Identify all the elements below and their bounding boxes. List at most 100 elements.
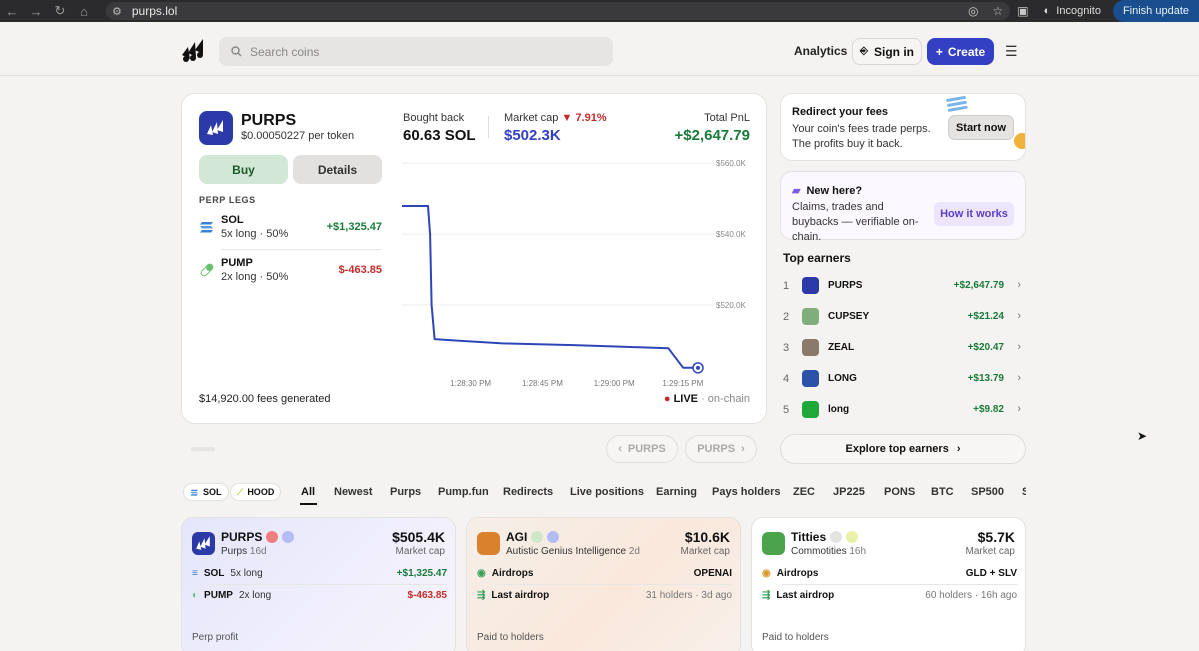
coin-card-titties[interactable]: Titties Commotities 16h $5.7K Market cap… xyxy=(751,517,1026,651)
tab-pumpfun[interactable]: Pump.fun xyxy=(438,486,489,498)
top-earner-row[interactable]: 4 LONG +$13.79 › xyxy=(783,370,1026,390)
site-settings-icon[interactable]: ⚙ xyxy=(112,5,122,18)
forward-icon[interactable]: → xyxy=(24,4,48,19)
tab-purps[interactable]: Purps xyxy=(390,486,421,498)
incognito-indicator[interactable]: ◐ Incognito xyxy=(1044,5,1101,17)
airdrop-icon: ◉ xyxy=(477,568,486,579)
prev-token-button[interactable]: ‹ PURPS xyxy=(606,435,678,463)
tab-zec[interactable]: ZEC xyxy=(793,486,815,498)
extensions-icon[interactable]: ▣ xyxy=(1017,4,1028,18)
card-footer-label: Paid to holders xyxy=(477,632,544,643)
chevron-right-icon: › xyxy=(1017,341,1021,353)
tab-jp225[interactable]: JP225 xyxy=(833,486,865,498)
coin-market-cap: $10.6K xyxy=(684,529,730,545)
new-here-desc: Claims, trades and buybacks — verifiable… xyxy=(792,201,919,243)
perp-leg-row: ≡ SOL 5x long +$1,325.47 xyxy=(192,566,447,584)
address-bar[interactable]: ⚙ purps.lol xyxy=(106,2,1010,20)
row-value: 31 holders · 3d ago xyxy=(645,590,732,601)
home-icon[interactable]: ⌂ xyxy=(72,4,96,19)
tab-earning[interactable]: Earning xyxy=(656,486,697,498)
redirect-fees-promo: Redirect your fees Your coin's fees trad… xyxy=(780,93,1026,161)
finish-update-button[interactable]: Finish update xyxy=(1112,0,1199,22)
top-earner-row[interactable]: 1 PURPS +$2,647.79 › xyxy=(783,277,1026,297)
tab-live-positions[interactable]: Live positions xyxy=(570,486,644,498)
coin-card-agi[interactable]: AGI Autistic Genius Intelligence 2d $10.… xyxy=(466,517,741,651)
total-pnl-value: +$2,647.79 xyxy=(674,127,751,144)
row-desc: 2x long xyxy=(238,590,272,601)
chip-label: HOOD xyxy=(247,487,275,497)
top-earner-row[interactable]: 3 ZEAL +$20.47 › xyxy=(783,339,1026,359)
market-cap-value: $502.3K xyxy=(504,127,561,144)
solana-icon: ≡ xyxy=(192,568,198,579)
star-icon[interactable]: ☆ xyxy=(993,4,1004,18)
search-icon xyxy=(231,46,242,57)
explore-top-earners-button[interactable]: Explore top earners › xyxy=(780,434,1026,464)
login-icon: ⎆ xyxy=(860,46,868,57)
perp-leg-sol[interactable]: SOL 5x long · 50% +$1,325.47 xyxy=(199,212,382,252)
coin-name: Titties xyxy=(791,530,827,544)
chevron-right-icon: › xyxy=(956,443,961,455)
pump-pill-icon: ◐ xyxy=(192,590,199,601)
earner-rank: 3 xyxy=(783,342,790,354)
top-earner-row[interactable]: 5 long +$9.82 › xyxy=(783,401,1026,421)
chevron-right-icon: › xyxy=(1017,279,1021,291)
coin-card-purps[interactable]: PURPS Purps 16d $505.4K Market cap ≡ SOL 5… xyxy=(181,517,456,651)
reload-icon[interactable]: ↻ xyxy=(48,3,72,19)
chip-label: SOL xyxy=(203,487,222,497)
tab-all[interactable]: All xyxy=(301,486,315,498)
row-divider xyxy=(212,584,447,585)
sign-in-label: Sign in xyxy=(874,44,914,59)
earner-rank: 4 xyxy=(783,373,790,385)
details-button[interactable]: Details xyxy=(293,155,382,184)
earner-value: +$2,647.79 xyxy=(953,280,1004,291)
chart-series-line xyxy=(402,205,698,369)
row-label: Last airdrop xyxy=(776,590,835,601)
create-label: Create xyxy=(947,44,986,59)
live-label: LIVE xyxy=(673,393,699,405)
hamburger-menu-icon[interactable]: ☰ xyxy=(1005,43,1018,60)
create-button[interactable]: + Create xyxy=(927,38,994,65)
chart-xtick-label: 1:28:45 PM xyxy=(522,379,563,388)
filter-chip-sol[interactable]: SOL xyxy=(183,483,229,501)
sign-in-button[interactable]: ⎆ Sign in xyxy=(852,38,922,65)
long-token-icon xyxy=(802,370,819,387)
promo-desc: Your coin's fees trade perps. The profit… xyxy=(792,123,931,150)
filter-chip-hood[interactable]: ⟋ HOOD xyxy=(230,483,282,501)
perp-legs-title: PERP LEGS xyxy=(199,195,256,205)
decorative-coins-icon xyxy=(946,95,1025,149)
perp-leg-row: ◐ PUMP 2x long $-463.85 xyxy=(192,588,447,606)
stat-divider xyxy=(488,116,489,138)
chart-xtick-label: 1:29:15 PM xyxy=(662,379,703,388)
purps-logo[interactable] xyxy=(180,37,208,66)
tab-overflow[interactable]: S xyxy=(1022,486,1026,498)
tab-redirects[interactable]: Redirects xyxy=(503,486,553,498)
tab-pons[interactable]: PONS xyxy=(884,486,915,498)
back-icon[interactable]: ← xyxy=(0,4,24,19)
search-box[interactable] xyxy=(219,37,613,66)
live-dot-icon: ● xyxy=(663,393,671,405)
promo-title: Redirect your fees xyxy=(792,106,888,118)
top-earners-title: Top earners xyxy=(783,251,851,265)
next-token-button[interactable]: PURPS › xyxy=(685,435,757,463)
search-input[interactable] xyxy=(250,44,590,59)
tab-newest[interactable]: Newest xyxy=(334,486,373,498)
analytics-link[interactable]: Analytics xyxy=(794,44,847,58)
earner-name: ZEAL xyxy=(828,342,855,353)
bought-back-value: 60.63 SOL xyxy=(403,127,476,144)
perp-leg-pump[interactable]: PUMP 2x long · 50% $-463.85 xyxy=(199,255,382,295)
tab-sp500[interactable]: SP500 xyxy=(971,486,1004,498)
chat-bubble-icon: ▰ xyxy=(792,185,801,197)
row-divider xyxy=(497,584,732,585)
eye-off-icon[interactable]: ◎ xyxy=(968,4,978,18)
tab-pays-holders[interactable]: Pays holders xyxy=(712,486,780,498)
row-label: Last airdrop xyxy=(491,590,550,601)
tab-btc[interactable]: BTC xyxy=(931,486,954,498)
buy-button[interactable]: Buy xyxy=(199,155,288,184)
row-label: PUMP xyxy=(204,590,233,601)
coin-age: 16h xyxy=(849,546,867,557)
how-it-works-button[interactable]: How it works xyxy=(934,202,1014,226)
token-price: $0.00050227 per token xyxy=(241,130,355,142)
coin-age: 16d xyxy=(249,546,267,557)
top-earner-row[interactable]: 2 CUPSEY +$21.24 › xyxy=(783,308,1026,328)
carousel-indicator xyxy=(191,447,215,451)
